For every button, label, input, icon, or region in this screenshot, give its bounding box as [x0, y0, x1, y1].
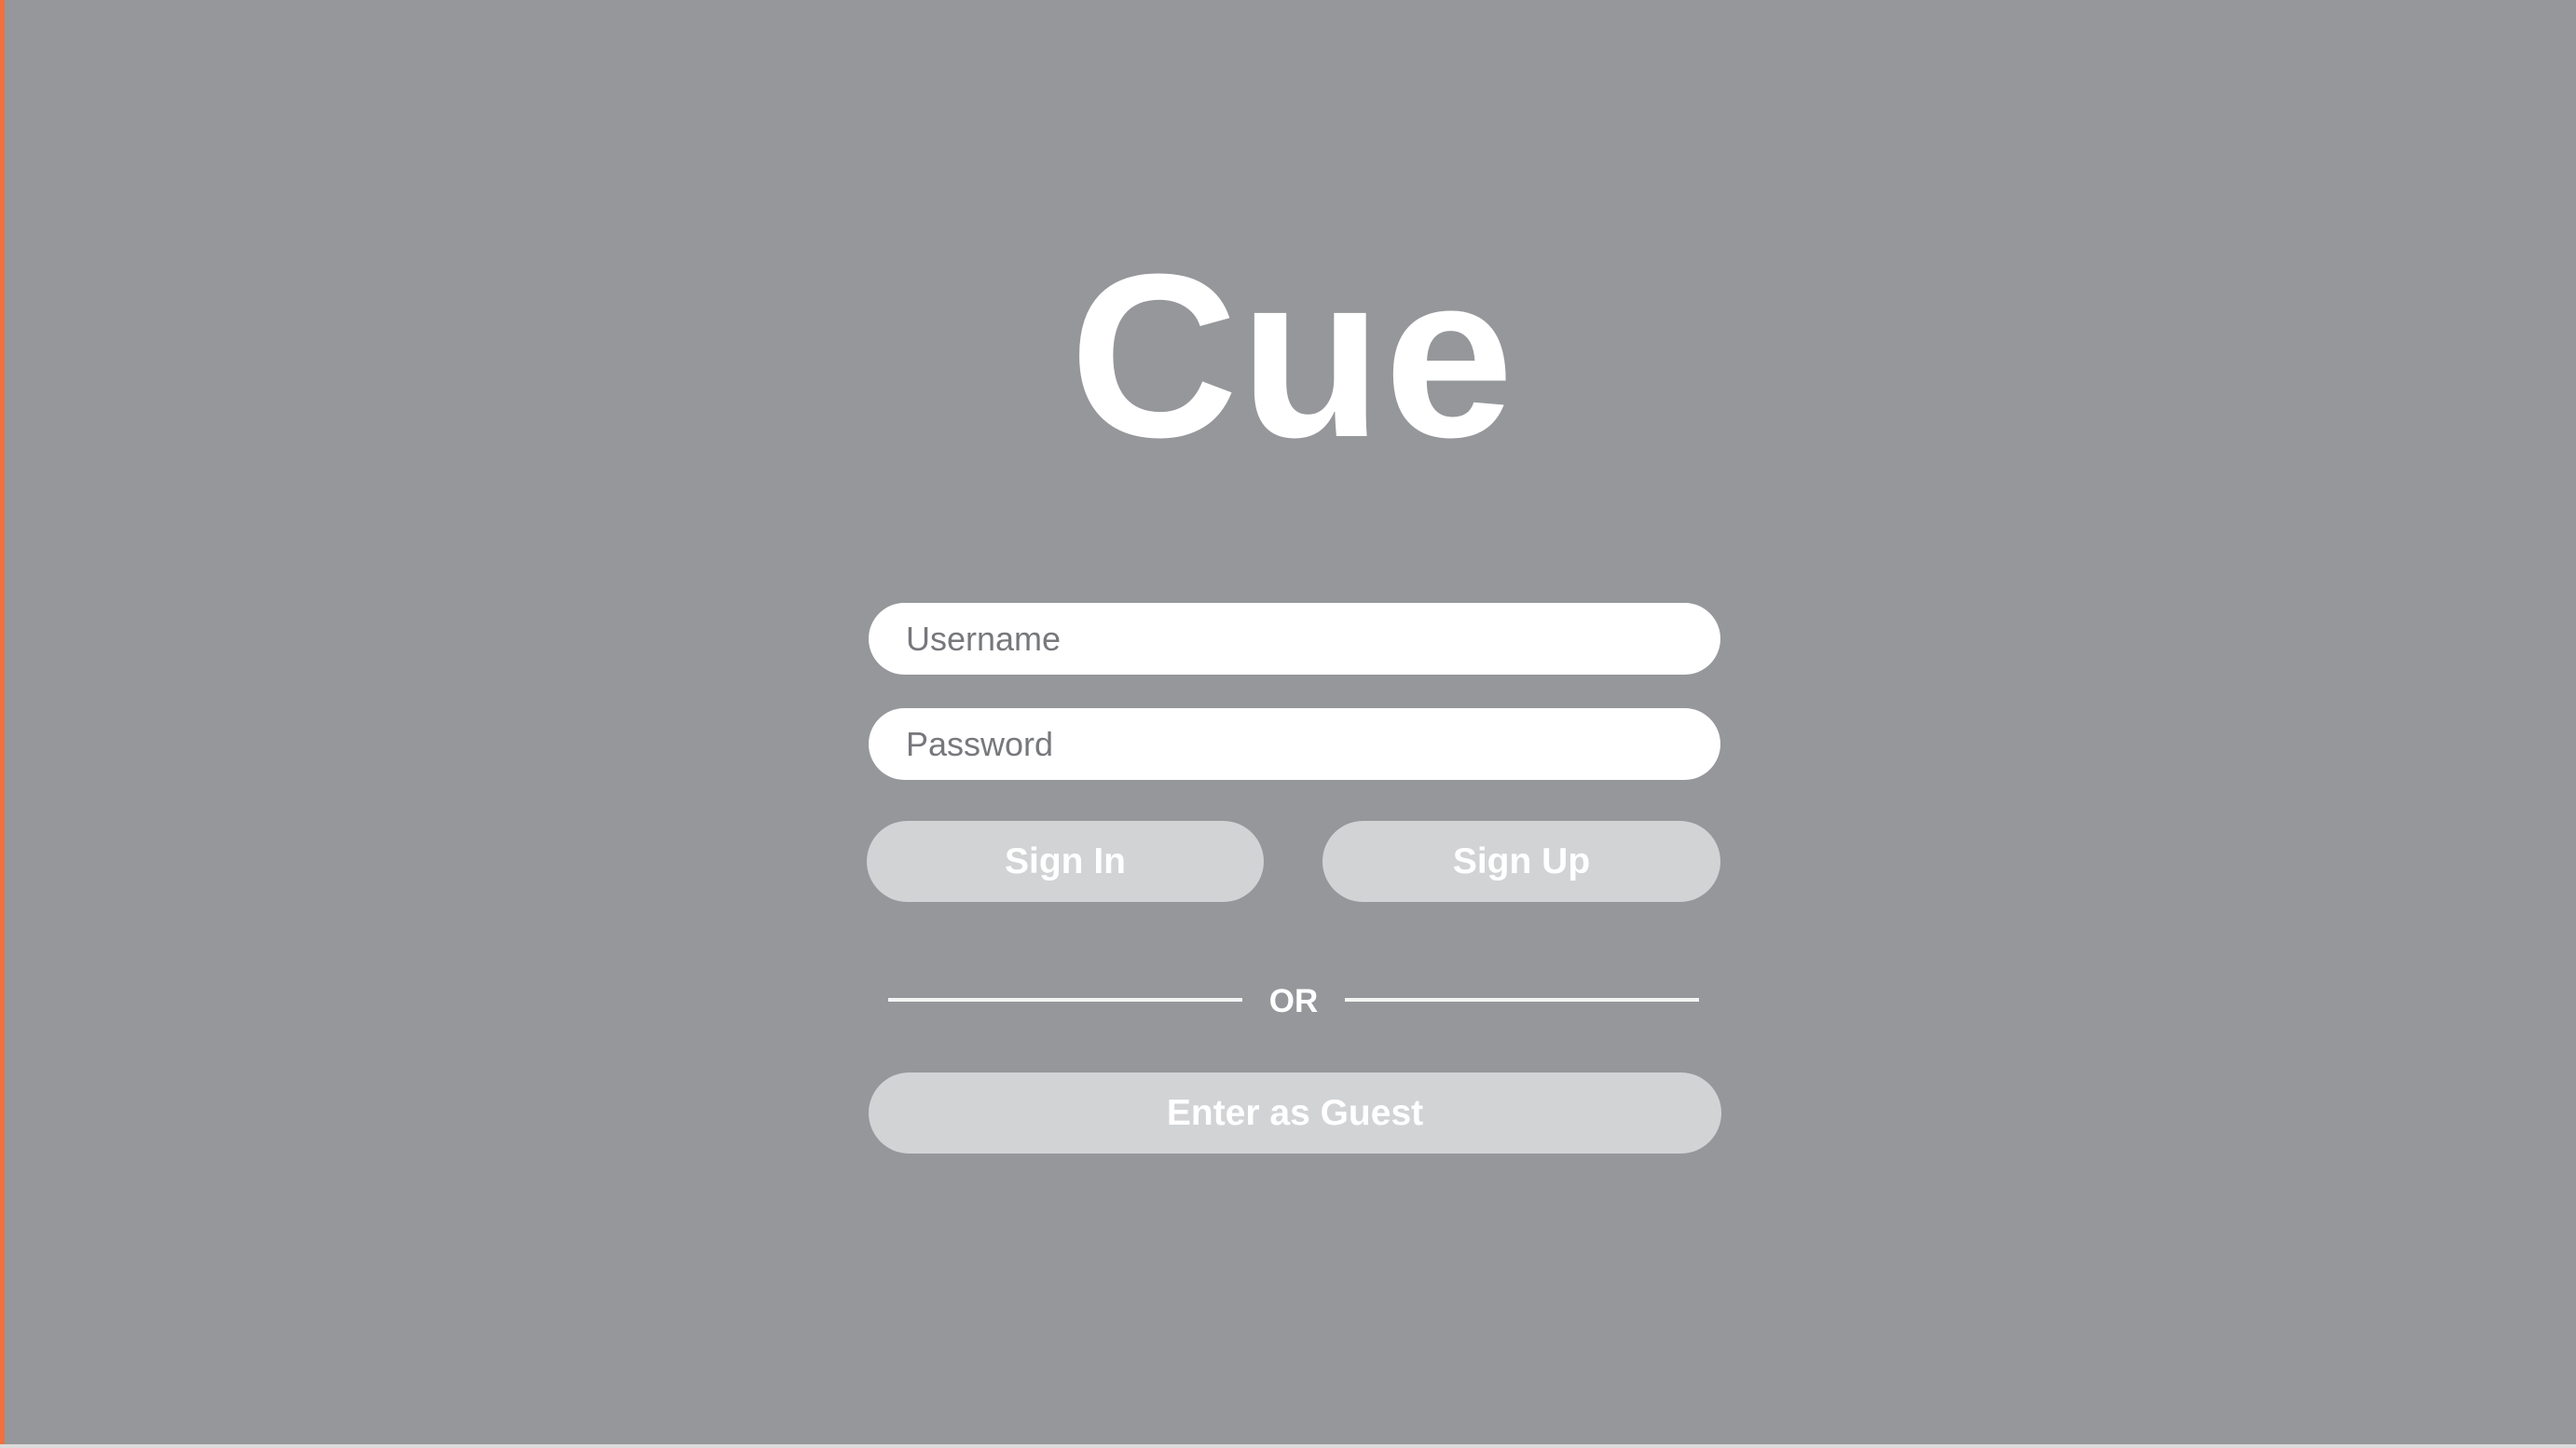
- sign-up-button[interactable]: Sign Up: [1322, 821, 1720, 902]
- enter-as-guest-button[interactable]: Enter as Guest: [869, 1072, 1721, 1154]
- divider-line-left: [888, 998, 1242, 1002]
- app-title: Cue: [1069, 225, 1516, 485]
- username-input[interactable]: [869, 603, 1720, 675]
- login-screen: Cue Sign In Sign Up OR Enter as Guest: [0, 0, 2576, 1444]
- divider-label: OR: [1268, 983, 1319, 1019]
- divider-line-right: [1345, 998, 1699, 1002]
- password-input[interactable]: [869, 708, 1720, 780]
- sign-in-button[interactable]: Sign In: [867, 821, 1264, 902]
